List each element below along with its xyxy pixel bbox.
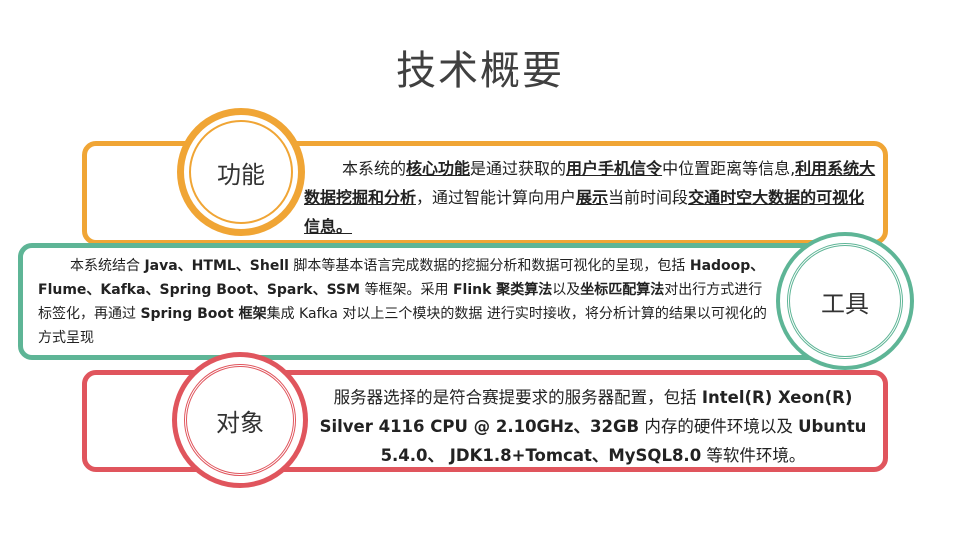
object-text-part: 等软件环境。 [701,446,806,465]
tools-text-part: 本系统结合 [70,258,145,274]
tools-emphasis: Spring Boot 框架 [140,306,267,322]
function-text-part: 本系统的 [342,159,407,178]
object-text-part: 内存的硬件环境以及 [639,417,799,436]
function-text-part: 当前时间段 [608,188,689,207]
function-text-part: 中位置距离等信息, [662,159,796,178]
tools-emphasis: Java、HTML、Shell [144,258,289,274]
function-emphasis: 用户手机信令 [566,159,663,178]
slide-title: 技术概要 [396,48,564,94]
function-text-part: ，通过智能计算向用户 [416,188,577,207]
object-label: 对象 [216,408,264,437]
function-badge-ring: 功能 [189,120,293,224]
function-text: 本系统的核心功能是通过获取的用户手机信令中位置距离等信息,利用系统大数据挖掘和分… [304,154,880,241]
tools-text-part: 等框架。采用 [360,282,453,298]
tools-emphasis: Flink 聚类算法 [452,282,553,298]
function-emphasis: 核心功能 [406,159,471,178]
tools-label: 工具 [821,289,869,318]
tools-text-part: 以及 [552,282,581,298]
tools-text-part: 脚本等基本语言完成数据的挖掘分析和数据可视化的呈现，包括 [288,258,690,274]
object-badge-ring: 对象 [184,364,296,476]
function-badge: 功能 [177,108,305,236]
function-label: 功能 [217,160,265,189]
function-emphasis: 展示 [576,188,609,207]
object-badge: 对象 [172,352,308,488]
tools-badge: 工具 [776,232,914,370]
tools-emphasis: 坐标匹配算法 [580,282,665,298]
tools-text: 本系统结合 Java、HTML、Shell 脚本等基本语言完成数据的挖掘分析和数… [38,254,770,350]
function-text-part: 是通过获取的 [470,159,567,178]
object-text-part: 服务器选择的是符合赛提要求的服务器配置，包括 [333,388,702,407]
tools-badge-ring: 工具 [787,243,903,359]
object-text: 服务器选择的是符合赛提要求的服务器配置，包括 Intel(R) Xeon(R) … [305,383,881,470]
